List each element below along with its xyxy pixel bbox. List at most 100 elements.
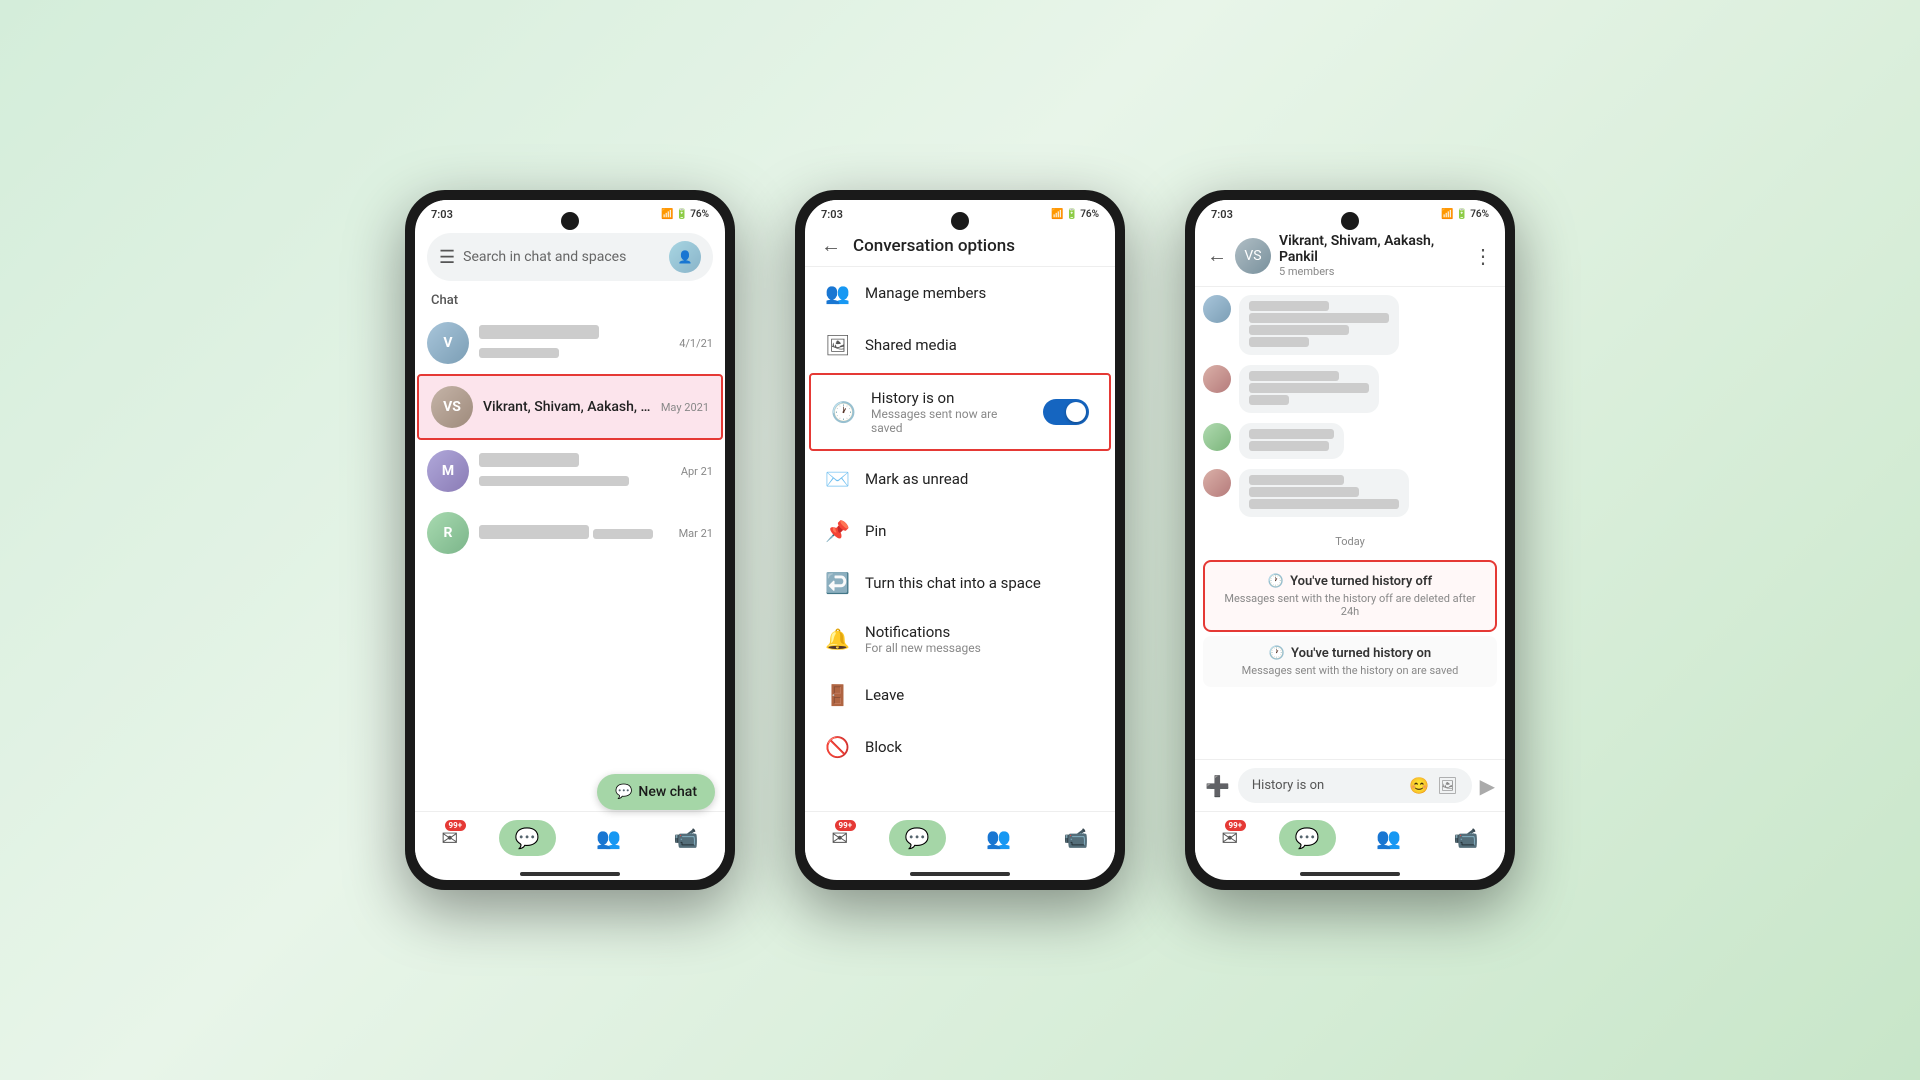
- video-icon-2: 📹: [1064, 826, 1089, 850]
- option-leave-text: Leave: [865, 686, 1095, 704]
- option-manage-members[interactable]: 👥 Manage members: [805, 267, 1115, 319]
- status-icons-2: 📶 🔋 76%: [1051, 209, 1099, 220]
- back-button-2[interactable]: ←: [821, 233, 841, 258]
- input-icons: 😊 🖼: [1409, 776, 1457, 795]
- nav-chat-1[interactable]: 💬: [499, 820, 556, 856]
- search-input[interactable]: Search in chat and spaces: [463, 249, 661, 265]
- msg-text-1c: [1249, 337, 1309, 347]
- option-history-text: History is on Messages sent now are save…: [871, 389, 1027, 435]
- new-chat-label: New chat: [638, 784, 697, 800]
- wifi-icon: 📶: [661, 209, 673, 220]
- manage-title: Manage members: [865, 284, 1095, 302]
- option-notifications[interactable]: 🔔 Notifications For all new messages: [805, 609, 1115, 669]
- option-pin-text: Pin: [865, 522, 1095, 540]
- send-icon[interactable]: ▶: [1480, 774, 1495, 798]
- messages-area: Today 🕐 You've turned history off Messag…: [1195, 287, 1505, 759]
- history-on-title: 🕐 You've turned history on: [1219, 646, 1481, 661]
- date-divider: Today: [1203, 527, 1497, 556]
- chat-item-2[interactable]: VS Vikrant, Shivam, Aakash, ... May 2021: [417, 374, 723, 440]
- search-bar[interactable]: ☰ Search in chat and spaces 👤: [427, 233, 713, 281]
- options-title: Conversation options: [853, 236, 1015, 256]
- msg-text-1: [1249, 313, 1389, 323]
- chat-item-3[interactable]: M Apr 21: [415, 440, 725, 502]
- leave-title: Leave: [865, 686, 1095, 704]
- nav-chat-2[interactable]: 💬: [889, 820, 946, 856]
- option-notifications-text: Notifications For all new messages: [865, 623, 1095, 655]
- nav-video-2[interactable]: 📹: [1052, 822, 1101, 854]
- chat-time-2: May 2021: [661, 401, 709, 414]
- history-off-title: 🕐 You've turned history off: [1221, 574, 1479, 589]
- chat-preview-3: [479, 476, 629, 486]
- option-shared-media[interactable]: 🖼 Shared media: [805, 319, 1115, 371]
- emoji-icon[interactable]: 😊: [1409, 776, 1429, 795]
- chat-item-1[interactable]: V 4/1/21: [415, 312, 725, 374]
- option-pin[interactable]: 📌 Pin: [805, 505, 1115, 557]
- nav-people-2[interactable]: 👥: [974, 822, 1023, 854]
- nav-mail-1[interactable]: ✉ 99+: [429, 822, 470, 854]
- message-bubble-4: [1239, 469, 1409, 517]
- nav-people-3[interactable]: 👥: [1364, 822, 1413, 854]
- nav-video-1[interactable]: 📹: [662, 822, 711, 854]
- option-block-text: Block: [865, 738, 1095, 756]
- chat-icon-3: 💬: [1295, 826, 1320, 850]
- mail-badge-1: 99+: [445, 820, 467, 831]
- wifi-icon-3: 📶: [1441, 209, 1453, 220]
- more-options-icon[interactable]: ⋮: [1473, 244, 1493, 268]
- image-icon[interactable]: 🖼: [1437, 776, 1457, 795]
- bottom-nav-2: ✉ 99+ 💬 👥 📹: [805, 811, 1115, 868]
- phone-1: 7:03 📶 🔋 76% ☰ Search in chat and spaces…: [405, 190, 735, 890]
- nav-mail-3[interactable]: ✉ 99+: [1209, 822, 1250, 854]
- video-icon-3: 📹: [1454, 826, 1479, 850]
- chat-info-3: [479, 452, 671, 490]
- wifi-icon-2: 📶: [1051, 209, 1063, 220]
- block-title: Block: [865, 738, 1095, 756]
- msg-name-3: [1249, 429, 1334, 439]
- nav-people-1[interactable]: 👥: [584, 822, 633, 854]
- msg-name-2: [1249, 371, 1339, 381]
- chat-time-4: Mar 21: [679, 527, 713, 540]
- hamburger-icon[interactable]: ☰: [439, 247, 455, 268]
- message-bubble-1: [1239, 295, 1399, 355]
- new-chat-icon: 💬: [615, 784, 632, 800]
- status-time-2: 7:03: [821, 208, 843, 221]
- nav-mail-2[interactable]: ✉ 99+: [819, 822, 860, 854]
- new-chat-button[interactable]: 💬 New chat: [597, 774, 715, 810]
- message-row-4: [1203, 469, 1497, 517]
- pin-icon: 📌: [825, 519, 849, 543]
- back-button-3[interactable]: ←: [1207, 243, 1227, 268]
- msg-avatar-3: [1203, 423, 1231, 451]
- input-placeholder: History is on: [1252, 778, 1324, 793]
- user-avatar[interactable]: 👤: [669, 241, 701, 273]
- chat-info-4: [479, 524, 669, 543]
- history-on-icon: 🕐: [1269, 646, 1285, 661]
- option-mark-unread[interactable]: ✉️ Mark as unread: [805, 453, 1115, 505]
- option-leave[interactable]: 🚪 Leave: [805, 669, 1115, 721]
- chat-input-field[interactable]: History is on 😊 🖼: [1238, 768, 1472, 803]
- phone-2-screen: 7:03 📶 🔋 76% ← Conversation options 👥: [805, 200, 1115, 880]
- option-manage-text: Manage members: [865, 284, 1095, 302]
- option-turn-space[interactable]: ↩️ Turn this chat into a space: [805, 557, 1115, 609]
- msg-text-1b: [1249, 325, 1349, 335]
- options-list: 👥 Manage members 🖼 Shared media 🕐: [805, 267, 1115, 811]
- option-history[interactable]: 🕐 History is on Messages sent now are sa…: [809, 373, 1111, 451]
- message-bubble-2: [1239, 365, 1379, 413]
- nav-video-3[interactable]: 📹: [1442, 822, 1491, 854]
- phone-3-screen: 7:03 📶 🔋 76% ← VS Vikrant, Shivam, Aakas…: [1195, 200, 1505, 880]
- msg-name-4: [1249, 475, 1344, 485]
- history-off-sub: Messages sent with the history off are d…: [1221, 592, 1479, 618]
- chat-input-bar: ➕ History is on 😊 🖼 ▶: [1195, 759, 1505, 811]
- status-time-1: 7:03: [431, 208, 453, 221]
- chat-item-4[interactable]: R Mar 21: [415, 502, 725, 564]
- msg-avatar-2: [1203, 365, 1231, 393]
- battery-icon-3: 🔋: [1456, 209, 1468, 220]
- msg-text-2b: [1249, 395, 1289, 405]
- home-indicator-3: [1300, 872, 1400, 876]
- option-block[interactable]: 🚫 Block: [805, 721, 1115, 773]
- chat-info-2: Vikrant, Shivam, Aakash, ...: [483, 399, 651, 415]
- chat-avatar-2: VS: [431, 386, 473, 428]
- history-toggle[interactable]: [1043, 399, 1089, 425]
- phone-1-screen: 7:03 📶 🔋 76% ☰ Search in chat and spaces…: [415, 200, 725, 880]
- nav-chat-3[interactable]: 💬: [1279, 820, 1336, 856]
- add-attachment-icon[interactable]: ➕: [1205, 774, 1230, 798]
- history-icon: 🕐: [831, 400, 855, 424]
